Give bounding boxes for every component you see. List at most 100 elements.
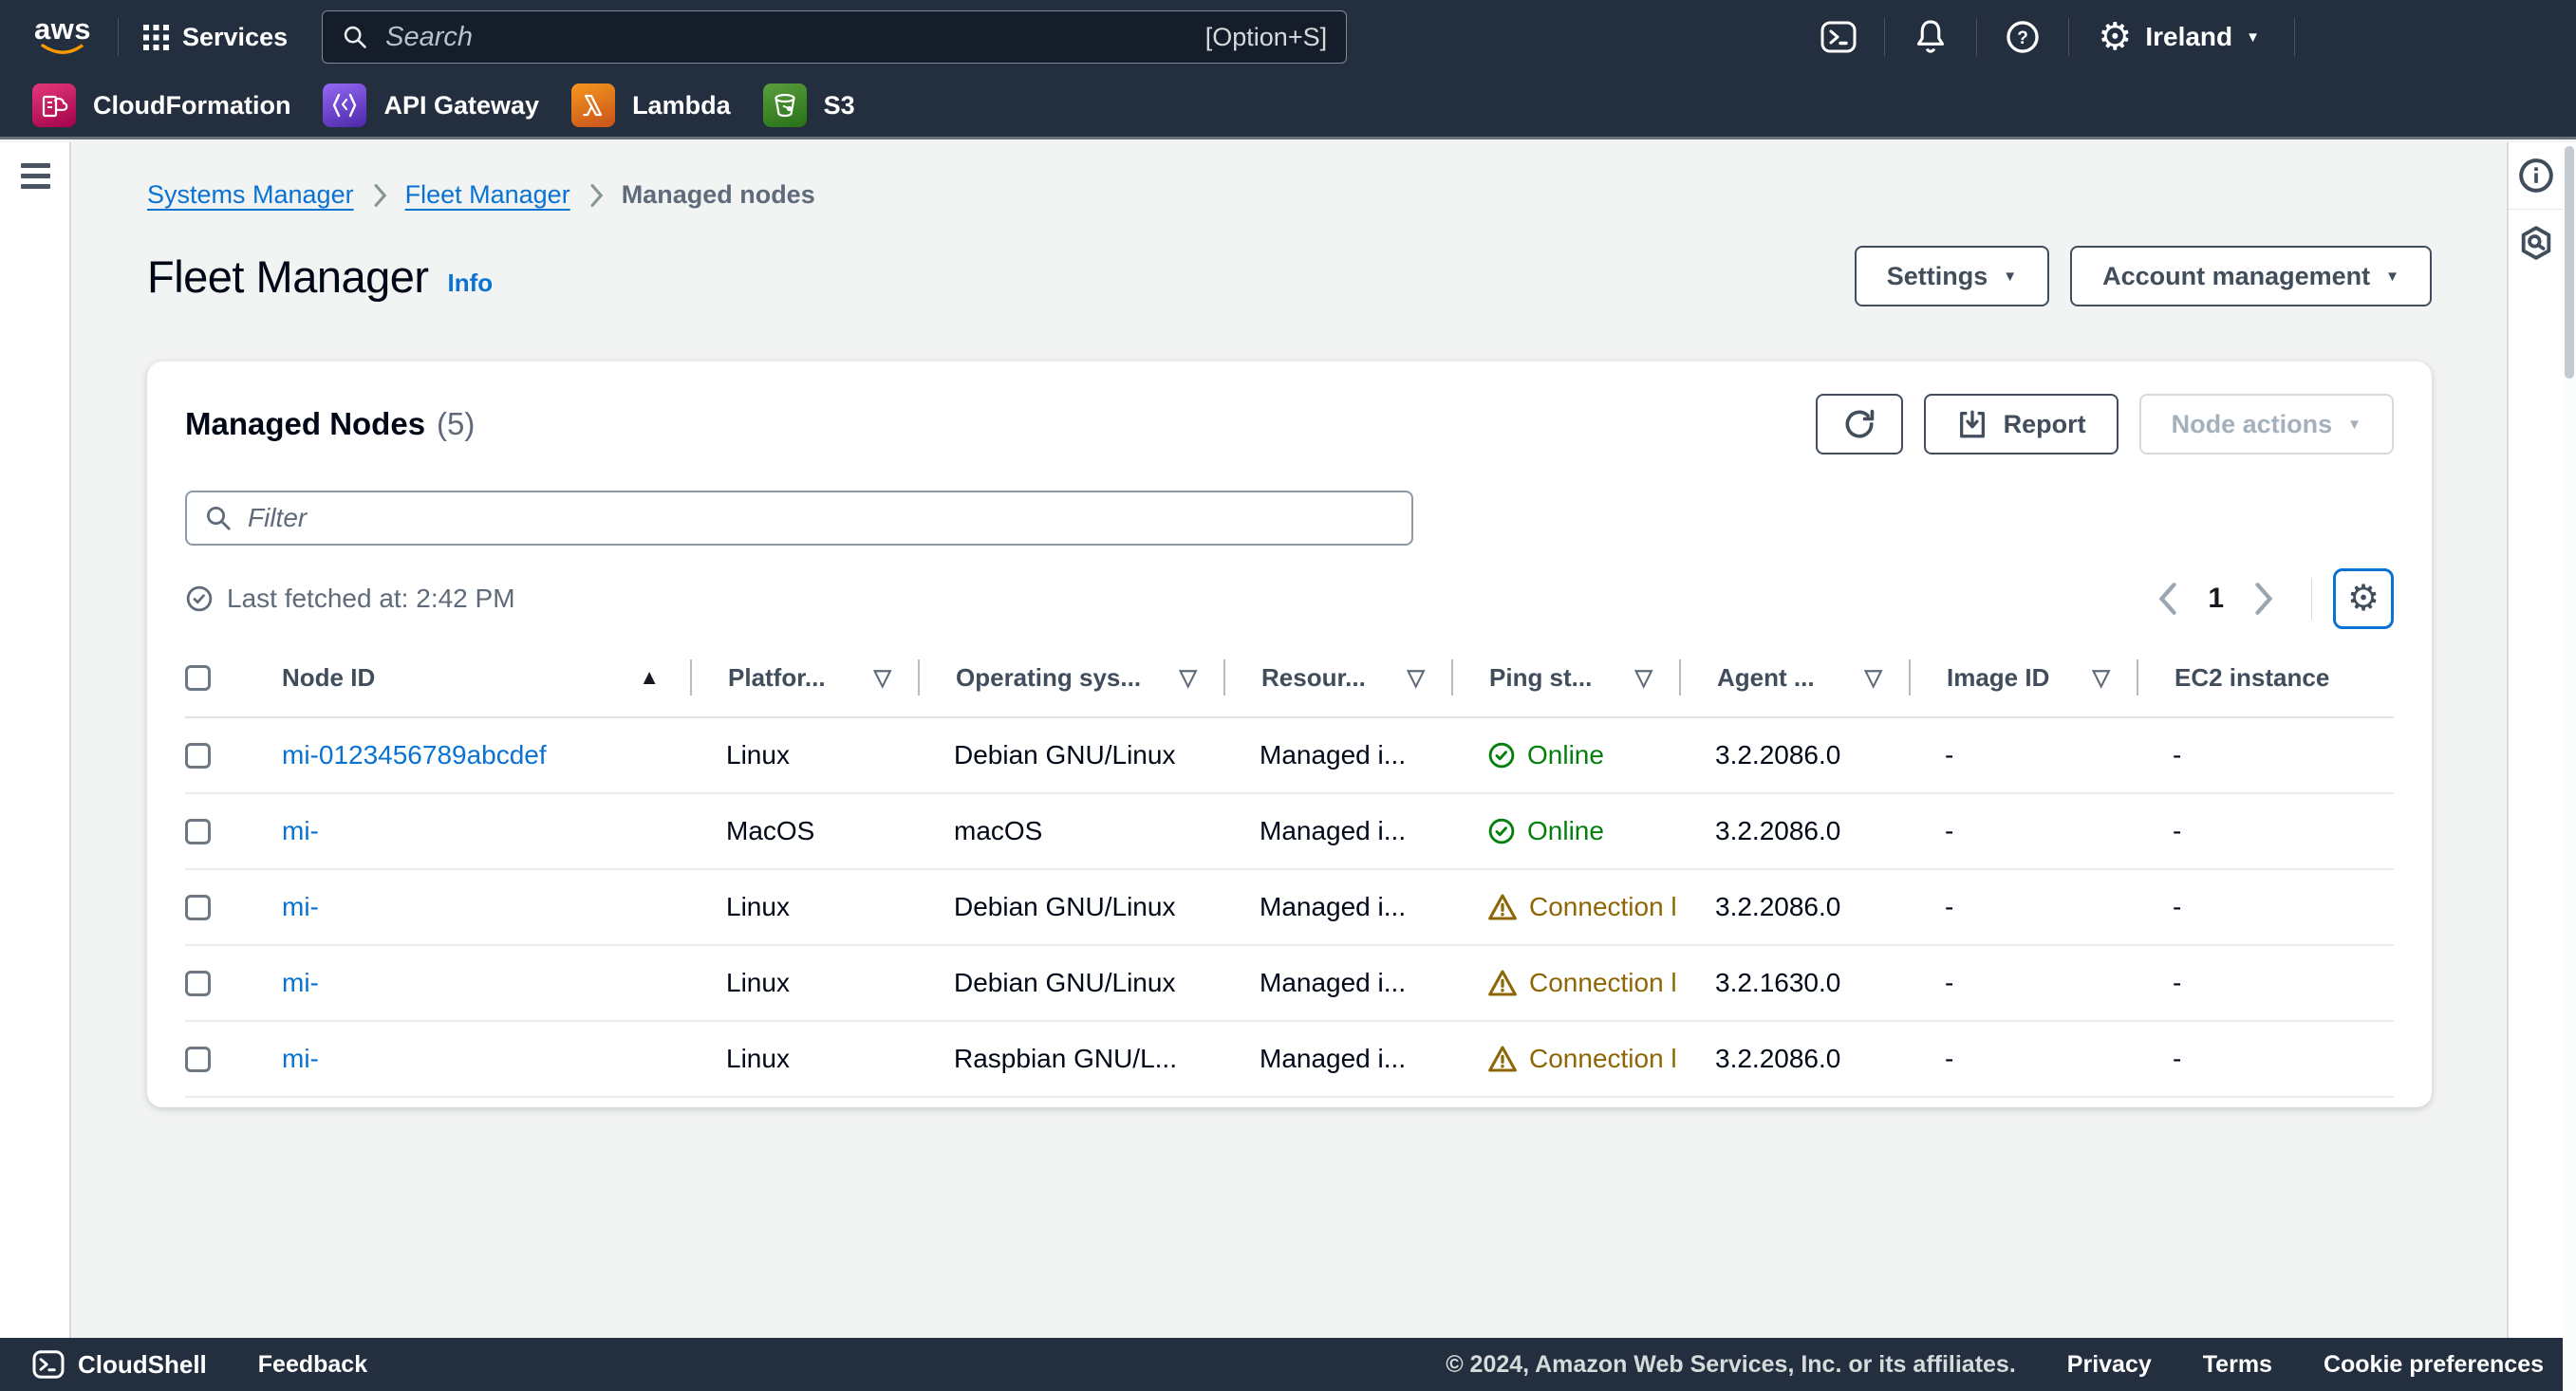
- column-filter-icon[interactable]: ▽: [1865, 664, 1882, 692]
- image-id-cell: -: [1909, 740, 2137, 770]
- chevron-down-icon: ▼: [2385, 269, 2399, 285]
- agent-version-cell: 3.2.2086.0: [1679, 816, 1909, 846]
- terms-link[interactable]: Terms: [2203, 1351, 2272, 1379]
- feedback-link[interactable]: Feedback: [258, 1351, 367, 1379]
- node-id-link[interactable]: mi-: [282, 1044, 319, 1074]
- column-label: Node ID: [282, 663, 375, 693]
- row-checkbox[interactable]: [185, 743, 211, 769]
- column-filter-icon[interactable]: ▽: [2093, 664, 2110, 692]
- column-filter-icon[interactable]: ▽: [1408, 664, 1425, 692]
- pagination: 1 ⚙: [2147, 568, 2394, 629]
- breadcrumb-current: Managed nodes: [622, 180, 815, 210]
- column-header-agent-version[interactable]: Agent ... ▽: [1679, 659, 1909, 696]
- info-link[interactable]: Info: [448, 269, 494, 298]
- favorite-lambda[interactable]: Lambda: [571, 83, 731, 127]
- filter-box[interactable]: [185, 491, 1413, 546]
- ping-status-label: Connection l: [1529, 892, 1677, 922]
- column-header-node-id[interactable]: Node ID ▲: [282, 659, 690, 696]
- warning-triangle-icon: [1487, 1045, 1518, 1073]
- favorite-s3[interactable]: S3: [763, 83, 855, 127]
- favorite-cloudformation[interactable]: CloudFormation: [32, 83, 290, 127]
- favorite-label: Lambda: [632, 91, 731, 121]
- current-page-number[interactable]: 1: [2208, 583, 2224, 615]
- column-header-platform[interactable]: Platfor... ▽: [690, 659, 918, 696]
- column-filter-icon[interactable]: ▽: [1635, 664, 1652, 692]
- breadcrumb-systems-manager[interactable]: Systems Manager: [147, 180, 354, 210]
- column-filter-icon[interactable]: ▽: [1180, 664, 1197, 692]
- node-actions-button[interactable]: Node actions ▼: [2139, 394, 2394, 454]
- column-filter-icon[interactable]: ▽: [874, 664, 891, 692]
- help-button[interactable]: ?: [2002, 16, 2044, 58]
- region-label: Ireland: [2145, 22, 2232, 52]
- cloudshell-button[interactable]: [1818, 16, 1859, 58]
- ping-status-label: Connection l: [1529, 1044, 1677, 1074]
- resource-type-cell: Managed i...: [1223, 816, 1451, 846]
- node-id-link[interactable]: mi-: [282, 892, 319, 922]
- ping-status-label: Connection l: [1529, 968, 1677, 998]
- column-header-resource-type[interactable]: Resour... ▽: [1223, 659, 1451, 696]
- operating-system-cell: Debian GNU/Linux: [918, 892, 1223, 922]
- cloudshell-label: CloudShell: [78, 1350, 207, 1380]
- favorite-label: API Gateway: [383, 91, 539, 121]
- node-id-link[interactable]: mi-0123456789abcdef: [282, 740, 547, 770]
- info-panel-button[interactable]: [2508, 142, 2564, 209]
- divider: [2311, 578, 2312, 620]
- column-label: Resour...: [1261, 663, 1366, 693]
- cookie-preferences-link[interactable]: Cookie preferences: [2324, 1351, 2544, 1379]
- question-circle-icon: ?: [2005, 19, 2041, 55]
- report-button[interactable]: Report: [1924, 394, 2119, 454]
- column-header-image-id[interactable]: Image ID ▽: [1909, 659, 2137, 696]
- ec2-instance-cell: -: [2137, 740, 2394, 770]
- gear-icon: ⚙: [2098, 18, 2132, 56]
- next-page-button[interactable]: [2243, 578, 2285, 620]
- aws-smile-icon: [40, 43, 85, 58]
- column-label: Ping st...: [1489, 663, 1592, 693]
- notifications-button[interactable]: [1910, 16, 1951, 58]
- region-selector[interactable]: Ireland ▼: [2136, 22, 2269, 52]
- breadcrumb-fleet-manager[interactable]: Fleet Manager: [405, 180, 570, 210]
- ping-status-cell: Connection l: [1451, 1044, 1679, 1074]
- agent-version-cell: 3.2.2086.0: [1679, 892, 1909, 922]
- column-header-ping-status[interactable]: Ping st... ▽: [1451, 659, 1679, 696]
- search-input[interactable]: [383, 21, 1205, 54]
- privacy-link[interactable]: Privacy: [2067, 1351, 2152, 1379]
- breadcrumb: Systems Manager Fleet Manager Managed no…: [147, 180, 2432, 210]
- favorite-api-gateway[interactable]: API Gateway: [323, 83, 539, 127]
- column-header-ec2-instance[interactable]: EC2 instance: [2137, 659, 2394, 696]
- refresh-icon: [1841, 406, 1877, 442]
- ec2-instance-cell: -: [2137, 1044, 2394, 1074]
- filter-input[interactable]: [246, 502, 1394, 534]
- previous-page-button[interactable]: [2147, 578, 2189, 620]
- row-checkbox[interactable]: [185, 1047, 211, 1072]
- menu-icon[interactable]: [21, 163, 69, 189]
- aws-logo[interactable]: aws: [32, 16, 93, 58]
- row-checkbox[interactable]: [185, 895, 211, 920]
- row-checkbox[interactable]: [185, 819, 211, 844]
- divider: [2068, 18, 2069, 56]
- table-preferences-button[interactable]: ⚙: [2333, 568, 2394, 629]
- settings-button-topnav[interactable]: ⚙: [2094, 16, 2136, 58]
- agent-version-cell: 3.2.2086.0: [1679, 1044, 1909, 1074]
- chevron-right-icon: [588, 183, 605, 208]
- account-management-button[interactable]: Account management ▼: [2070, 246, 2432, 306]
- copyright-text: © 2024, Amazon Web Services, Inc. or its…: [1446, 1351, 2016, 1379]
- last-fetched-label: Last fetched at: 2:42 PM: [227, 584, 515, 614]
- column-header-operating-system[interactable]: Operating sys... ▽: [918, 659, 1223, 696]
- row-checkbox[interactable]: [185, 971, 211, 996]
- scrollbar[interactable]: [2563, 142, 2576, 1391]
- platform-cell: Linux: [690, 740, 918, 770]
- settings-dropdown-button[interactable]: Settings ▼: [1855, 246, 2049, 306]
- divider: [1976, 18, 1977, 56]
- services-menu-button[interactable]: Services: [143, 23, 288, 52]
- node-id-link[interactable]: mi-: [282, 968, 319, 998]
- cloudshell-footer-button[interactable]: CloudShell: [32, 1350, 207, 1380]
- table-row: mi-0123456789abcdef Linux Debian GNU/Lin…: [185, 718, 2394, 794]
- tools-panel-button[interactable]: [2508, 210, 2564, 276]
- select-all-checkbox[interactable]: [185, 665, 211, 691]
- resource-type-cell: Managed i...: [1223, 1044, 1451, 1074]
- sort-ascending-icon[interactable]: ▲: [639, 665, 660, 690]
- scrollbar-thumb[interactable]: [2565, 146, 2574, 379]
- node-id-link[interactable]: mi-: [282, 816, 319, 846]
- global-search[interactable]: [Option+S]: [322, 10, 1347, 64]
- refresh-button[interactable]: [1816, 394, 1903, 454]
